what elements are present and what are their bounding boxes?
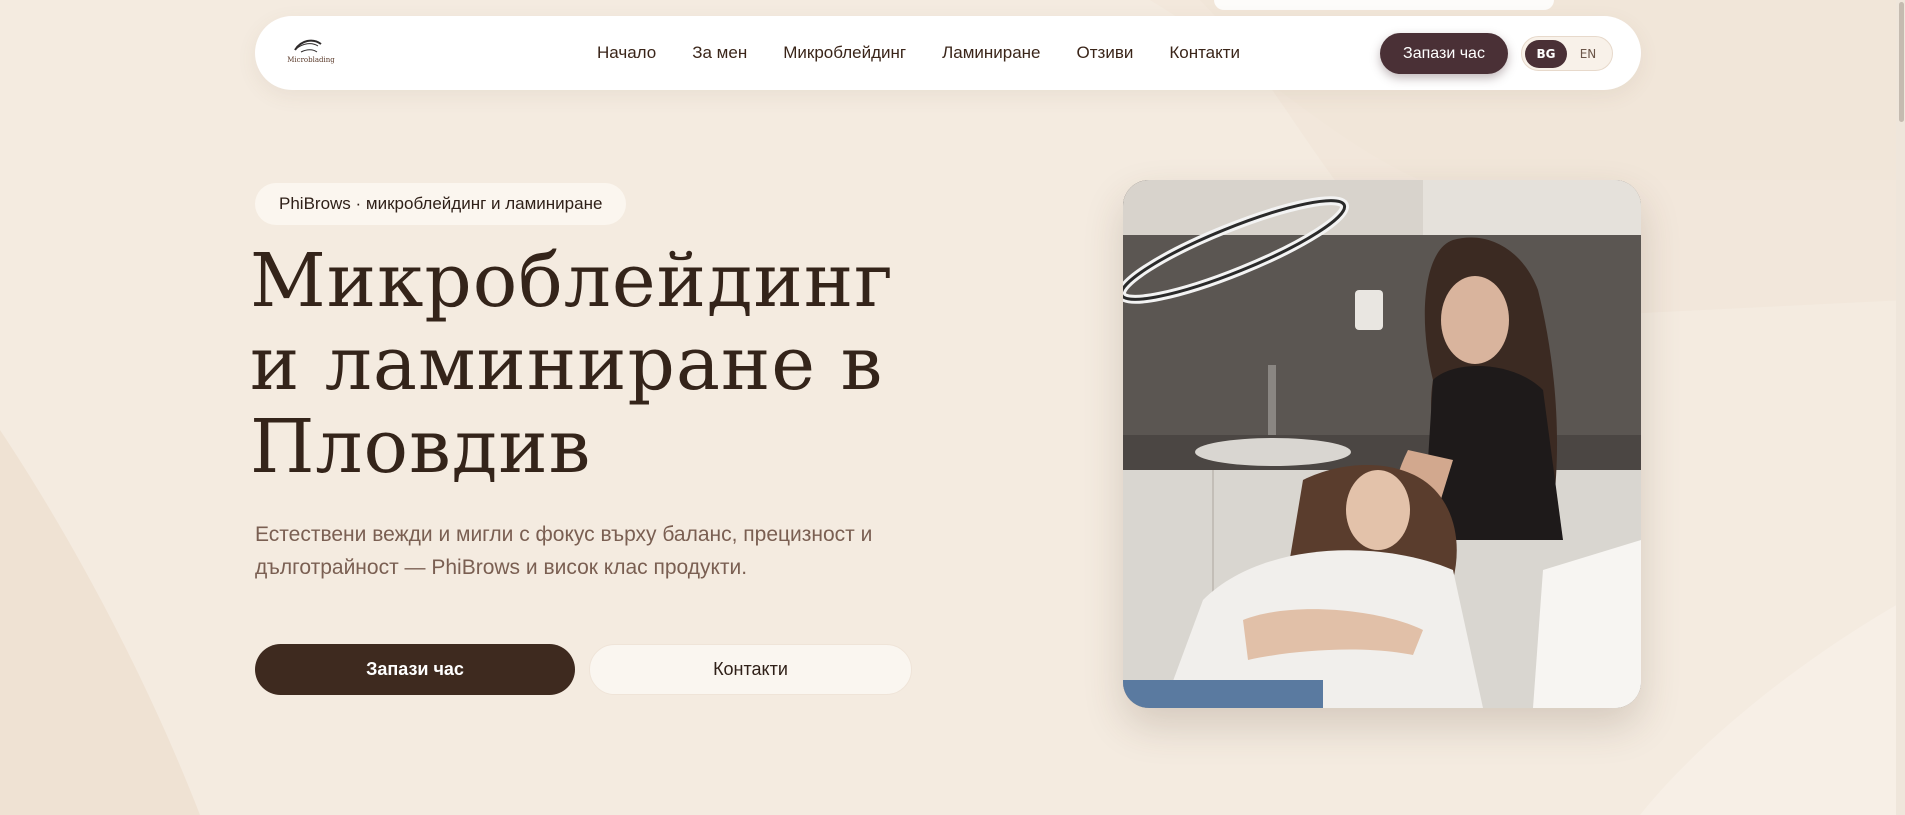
hero-photo bbox=[1123, 180, 1641, 708]
language-switch: BG EN bbox=[1521, 36, 1613, 71]
nav-link-lamination[interactable]: Ламиниране bbox=[942, 43, 1040, 63]
hero-badge: PhiBrows · микроблейдинг и ламиниране bbox=[255, 183, 627, 225]
eyebrow-logo-icon bbox=[294, 39, 322, 53]
nav-menu: Начало За мен Микроблейдинг Ламиниране О… bbox=[597, 16, 1276, 90]
nav-book-button[interactable]: Запази час bbox=[1380, 33, 1508, 74]
nav-link-contacts[interactable]: Контакти bbox=[1169, 43, 1240, 63]
top-navbar: Microblading Начало За мен Микроблейдинг… bbox=[255, 16, 1641, 90]
nav-link-microblading[interactable]: Микроблейдинг bbox=[783, 43, 906, 63]
top-overlay-strip bbox=[1214, 0, 1554, 10]
page-scrollbar[interactable] bbox=[1896, 0, 1905, 815]
logo[interactable]: Microblading bbox=[281, 34, 337, 74]
nav-link-home[interactable]: Начало bbox=[597, 43, 656, 63]
scrollbar-thumb[interactable] bbox=[1899, 2, 1904, 122]
nav-link-about[interactable]: За мен bbox=[692, 43, 747, 63]
hero-contacts-button[interactable]: Контакти bbox=[589, 644, 912, 695]
hero-title: Микроблейдинг и ламиниране в Пловдив bbox=[250, 238, 894, 490]
lang-en-button[interactable]: EN bbox=[1567, 40, 1609, 68]
logo-text: Microblading bbox=[287, 56, 335, 64]
nav-link-reviews[interactable]: Отзиви bbox=[1077, 43, 1134, 63]
hero-subtitle: Естествени вежди и мигли с фокус върху б… bbox=[255, 523, 873, 579]
lang-bg-button[interactable]: BG bbox=[1525, 39, 1567, 68]
hero-book-button[interactable]: Запази час bbox=[255, 644, 575, 695]
